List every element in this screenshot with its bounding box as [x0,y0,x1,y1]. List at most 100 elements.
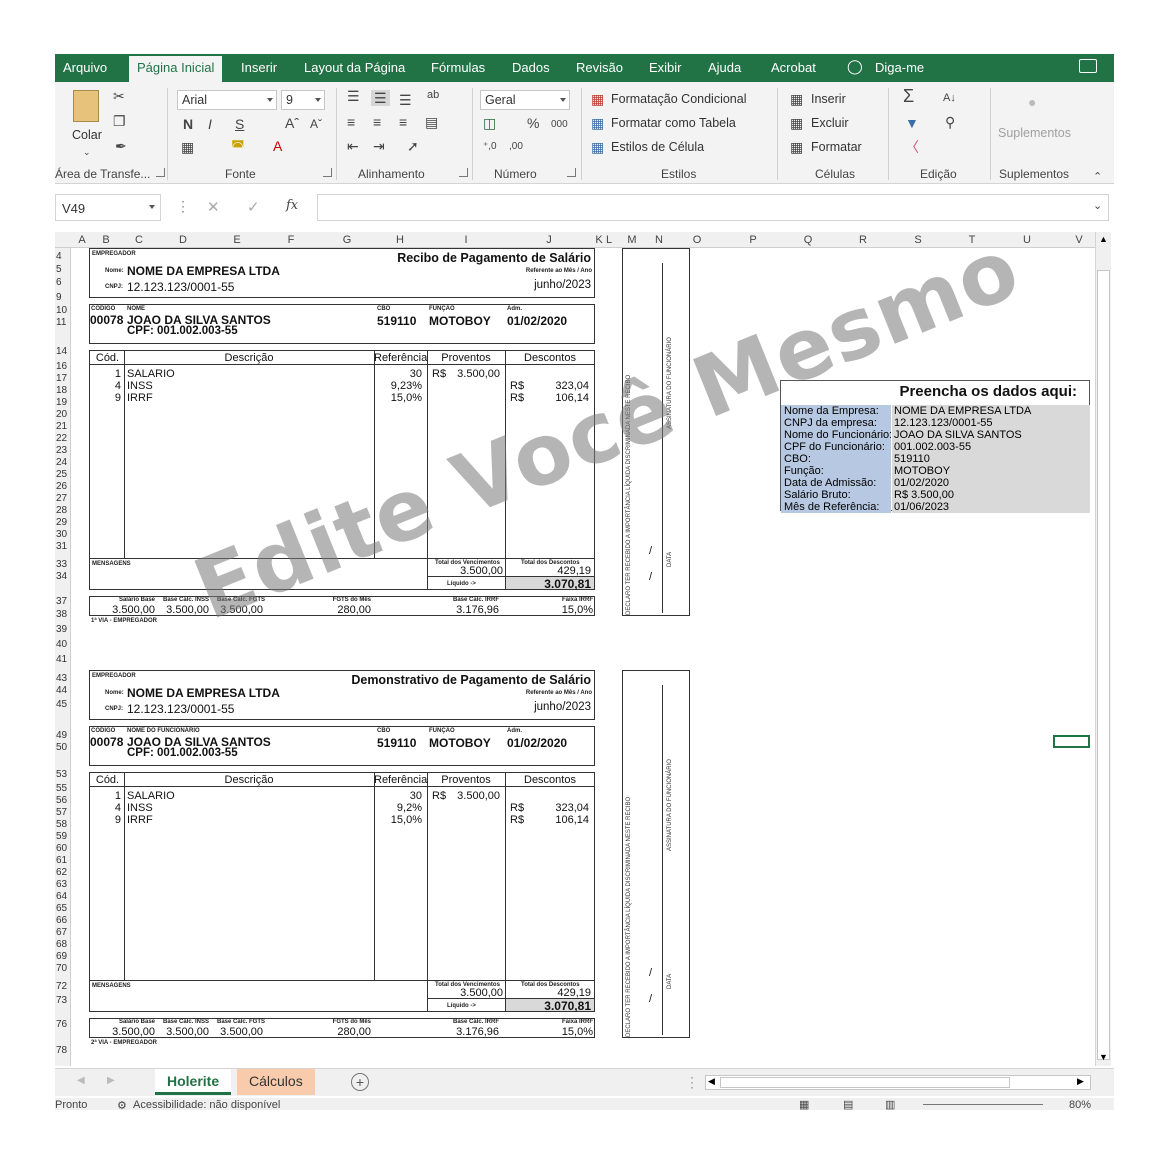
tab-pagina-inicial[interactable]: Página Inicial [129,56,223,84]
row-header[interactable]: 14 [56,346,67,357]
merge-cells-icon[interactable]: ▤ [425,114,438,130]
formula-input[interactable] [317,194,1109,221]
clear-icon[interactable]: 〈 [905,139,919,155]
row-header[interactable]: 68 [56,939,67,950]
scroll-left-icon[interactable]: ◀ [708,1076,715,1087]
enter-icon[interactable]: ✓ [247,198,260,216]
find-select-icon[interactable]: ⚲ [945,114,955,130]
row-header[interactable]: 21 [56,421,67,432]
align-center-icon[interactable]: ≡ [373,114,381,130]
tab-inserir[interactable]: Inserir [241,60,277,75]
horizontal-scroll-thumb[interactable] [720,1077,1010,1088]
align-middle-icon[interactable]: ☰ [371,90,390,106]
scroll-right-icon[interactable]: ▶ [1077,1076,1084,1087]
column-header[interactable]: M [627,234,636,246]
panel-row-value[interactable]: 12.123.123/0001-55 [892,417,1090,429]
worksheet[interactable]: EMPREGADOR Recibo de Pagamento de Salário… [71,248,1091,1066]
column-header[interactable]: L [606,234,612,246]
expand-formula-bar-icon[interactable]: ⌄ [1093,199,1102,212]
column-header[interactable]: D [179,234,187,246]
add-sheet-button[interactable]: + [351,1073,369,1091]
decrease-decimal-button[interactable]: ,00 [509,139,523,155]
sheet-tab-calculos[interactable]: Cálculos [237,1069,315,1095]
bold-icon[interactable]: N [183,116,193,132]
percent-button[interactable]: % [527,115,539,131]
row-header[interactable]: 6 [56,277,62,288]
delete-cells-button[interactable]: Excluir [811,116,849,130]
row-header[interactable]: 57 [56,807,67,818]
column-header[interactable]: G [343,234,352,246]
row-header[interactable]: 22 [56,433,67,444]
clipboard-launcher-icon[interactable] [156,168,165,177]
column-header[interactable]: V [1075,234,1082,246]
wrap-text-icon[interactable]: ab [427,87,439,103]
row-header[interactable]: 18 [56,385,67,396]
row-header[interactable]: 38 [56,609,67,620]
number-launcher-icon[interactable] [567,168,576,177]
panel-row-value[interactable]: 001.002.003-55 [892,441,1090,453]
row-header[interactable]: 72 [56,981,67,992]
row-header[interactable]: 69 [56,951,67,962]
tab-acrobat[interactable]: Acrobat [771,60,816,75]
italic-icon[interactable]: I [208,116,212,132]
row-header[interactable]: 53 [56,769,67,780]
fill-icon[interactable]: ▼ [905,115,919,131]
row-header[interactable]: 4 [56,251,62,262]
row-header[interactable]: 26 [56,481,67,492]
font-launcher-icon[interactable] [323,168,332,177]
conditional-format-button[interactable]: Formatação Condicional [611,92,747,106]
tab-ajuda[interactable]: Ajuda [708,60,741,75]
alignment-launcher-icon[interactable] [459,168,468,177]
panel-row-value[interactable]: NOME DA EMPRESA LTDA [892,405,1090,417]
row-header[interactable]: 50 [56,742,67,753]
column-header[interactable]: H [396,234,404,246]
collapse-ribbon-icon[interactable]: ⌃ [1093,170,1102,183]
borders-icon[interactable]: ▦ [181,139,194,155]
currency-icon[interactable]: ◫ [483,115,496,131]
column-header[interactable]: O [693,234,702,246]
row-header[interactable]: 27 [56,493,67,504]
sheet-tab-holerite[interactable]: Holerite [155,1069,232,1095]
decrease-indent-icon[interactable]: ⇤ [347,138,359,154]
tab-formulas[interactable]: Fórmulas [431,60,485,75]
font-size-combo[interactable]: 9 [281,90,325,110]
row-header[interactable]: 20 [56,409,67,420]
copy-icon[interactable]: ❐ [113,113,126,129]
row-header[interactable]: 11 [56,317,66,328]
row-header[interactable]: 19 [56,397,67,408]
column-header[interactable]: R [859,234,867,246]
row-header[interactable]: 43 [56,673,67,684]
scroll-down-icon[interactable]: ▼ [1099,1052,1108,1062]
zoom-level[interactable]: 80% [1069,1099,1091,1110]
row-header[interactable]: 5 [56,264,62,275]
column-header[interactable]: K [595,234,602,246]
increase-indent-icon[interactable]: ⇥ [373,138,385,154]
row-header[interactable]: 56 [56,795,67,806]
cell-styles-button[interactable]: Estilos de Célula [611,140,704,154]
column-header[interactable]: A [78,234,85,246]
tab-revisao[interactable]: Revisão [576,60,623,75]
vertical-scrollbar[interactable]: ▲ ▼ [1095,232,1111,1066]
tell-me-search[interactable]: Diga-me [875,60,924,75]
paste-button[interactable]: Colar [72,128,102,142]
column-header[interactable]: T [969,234,976,246]
paste-icon[interactable] [73,90,99,122]
row-header[interactable]: 73 [56,995,67,1006]
row-header[interactable]: 60 [56,843,67,854]
align-bottom-icon[interactable]: ☰ [399,92,412,108]
row-header[interactable]: 45 [56,699,67,710]
tab-dados[interactable]: Dados [512,60,550,75]
row-header[interactable]: 58 [56,819,67,830]
column-header[interactable]: Q [804,234,813,246]
column-header[interactable]: I [464,234,467,246]
cancel-icon[interactable]: ✕ [207,198,220,216]
grow-font-icon[interactable]: Aˆ [285,115,299,131]
comments-icon[interactable] [1079,59,1097,73]
row-header[interactable]: 76 [56,1019,67,1030]
column-header[interactable]: C [135,234,143,246]
column-header[interactable]: P [749,234,756,246]
row-header[interactable]: 16 [56,361,67,372]
insert-function-icon[interactable]: fx [286,198,298,213]
column-header[interactable]: F [288,234,295,246]
row-header[interactable]: 67 [56,927,67,938]
